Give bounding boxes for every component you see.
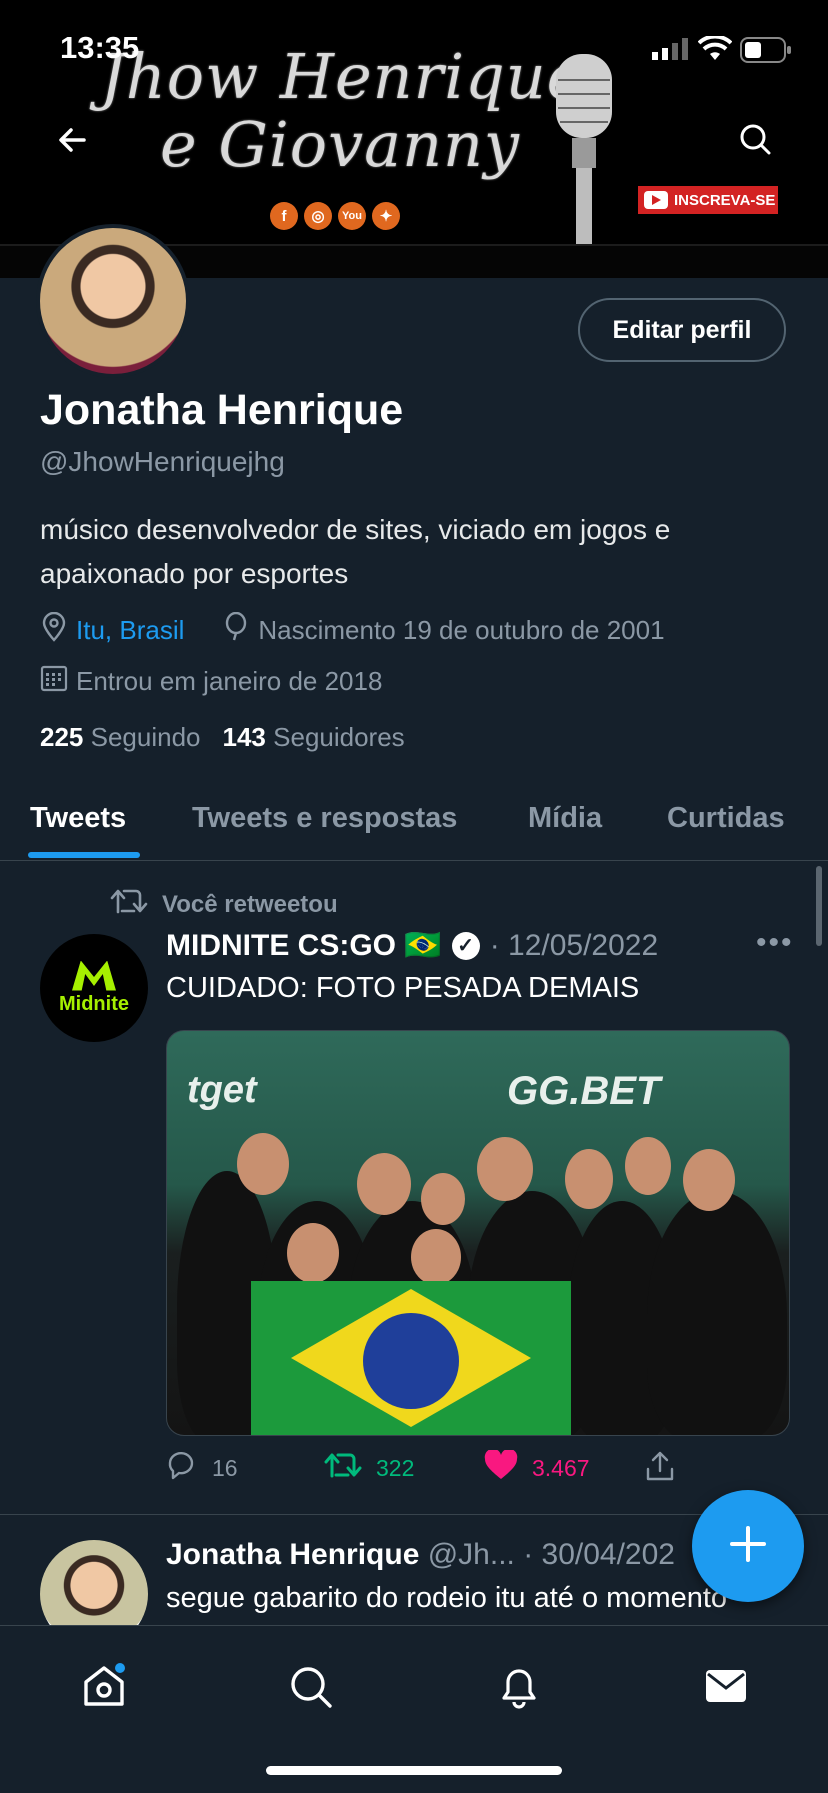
like-action[interactable]: 3.467 (484, 1448, 590, 1486)
compose-tweet-button[interactable] (692, 1490, 804, 1602)
youtube-play-icon (644, 191, 668, 209)
back-arrow-icon[interactable] (56, 124, 88, 161)
following-count: 225 (40, 722, 84, 752)
home-icon[interactable] (80, 1662, 128, 1715)
tweet-date[interactable]: · 12/05/2022 (490, 929, 658, 963)
profile-meta-row2: Entrou em janeiro de 2018 (40, 664, 382, 699)
youtube-icon: You (338, 202, 366, 230)
joined-text: Entrou em janeiro de 2018 (76, 666, 383, 696)
following-label: Seguindo (90, 722, 201, 752)
calendar-icon (40, 664, 68, 699)
followers-label: Seguidores (273, 722, 405, 752)
tweet2-handle-date: @Jh... · 30/04/202 (427, 1538, 675, 1571)
follow-stats: 225 Seguindo 143 Seguidores (40, 722, 405, 753)
birthday-text: Nascimento 19 de outubro de 2001 (258, 615, 665, 645)
subscribe-label: INSCREVA-SE (674, 191, 776, 209)
reply-count: 16 (212, 1454, 238, 1481)
tab-media[interactable]: Mídia (528, 802, 602, 835)
retweet-context: Você retweetou (110, 886, 338, 923)
battery-icon (740, 37, 792, 68)
profile-tabs: Tweets Tweets e respostas Mídia Curtidas (0, 780, 828, 861)
tweet-photo[interactable]: tget GG.BET (166, 1030, 790, 1436)
reply-icon (166, 1450, 198, 1486)
social-icons-row: f ◎ You ✦ (270, 202, 400, 230)
microphone-icon (546, 50, 626, 244)
plus-icon (728, 1524, 768, 1569)
banner-script-line1: Jhow Henrique (100, 40, 585, 113)
twitter-icon: ✦ (372, 202, 400, 230)
tweet-actions: 16 322 3.467 (166, 1448, 766, 1490)
location-link[interactable]: Itu, Brasil (76, 615, 184, 646)
home-indicator (266, 1766, 562, 1775)
tweet-text: CUIDADO: FOTO PESADA DEMAIS (166, 972, 640, 1004)
notifications-icon[interactable] (496, 1662, 542, 1715)
search-icon[interactable] (738, 122, 772, 161)
search-icon[interactable] (288, 1664, 334, 1715)
tweet-author[interactable]: MIDNITE CS:GO 🇧🇷 (166, 928, 442, 963)
share-icon (644, 1450, 676, 1488)
photo-sponsor-text-left: tget (187, 1069, 257, 1111)
tweet-avatar-midnite[interactable]: Midnite (40, 934, 148, 1042)
tweet2-text: segue gabarito do rodeio itu até o momen… (166, 1582, 728, 1614)
followers-count: 143 (222, 722, 266, 752)
location-icon (40, 611, 68, 649)
brazil-flag (251, 1281, 571, 1435)
like-count: 3.467 (532, 1454, 590, 1481)
retweet-label: Você retweetou (162, 890, 338, 918)
scrollbar[interactable] (816, 866, 822, 946)
retweet-action[interactable]: 322 (324, 1450, 414, 1486)
tab-tweets[interactable]: Tweets (30, 802, 126, 835)
retweet-icon (110, 886, 148, 923)
retweet-count: 322 (376, 1454, 415, 1481)
profile-bio: músico desenvolvedor de sites, viciado e… (40, 514, 671, 589)
retweet-icon (324, 1450, 362, 1486)
wifi-icon (697, 34, 733, 67)
verified-badge-icon: ✓ (451, 931, 480, 960)
facebook-icon: f (270, 202, 298, 230)
followers-link[interactable]: 143 Seguidores (223, 722, 405, 753)
tweet2-author: Jonatha Henrique (166, 1538, 420, 1571)
profile-handle: @JhowHenriquejhg (40, 446, 285, 477)
midnite-avatar-text: Midnite (59, 992, 129, 1015)
banner-script-line2: e Giovanny (160, 108, 520, 181)
profile-avatar[interactable] (36, 224, 190, 378)
signal-icon (652, 38, 692, 65)
profile-name: Jonatha Henrique (40, 386, 404, 434)
more-options-icon[interactable]: ••• (756, 926, 794, 960)
share-action[interactable] (644, 1450, 676, 1488)
status-time: 13:35 (60, 30, 140, 65)
heart-icon (484, 1448, 518, 1486)
tweet2-author-row[interactable]: Jonatha Henrique @Jh... · 30/04/202 (166, 1538, 675, 1572)
active-tab-indicator (28, 852, 140, 858)
midnite-logo-icon (72, 960, 116, 991)
balloon-icon (222, 611, 250, 649)
following-link[interactable]: 225 Seguindo (40, 722, 201, 753)
edit-profile-button[interactable]: Editar perfil (578, 298, 786, 362)
messages-icon[interactable] (704, 1666, 748, 1711)
tab-tweets-replies[interactable]: Tweets e respostas (192, 802, 457, 835)
photo-sponsor-text-right: GG.BET (507, 1069, 661, 1113)
instagram-icon: ◎ (304, 202, 332, 230)
tweet-author-row: MIDNITE CS:GO 🇧🇷 ✓ · 12/05/2022 (166, 928, 658, 963)
reply-action[interactable]: 16 (166, 1450, 238, 1486)
subscribe-badge: INSCREVA-SE (638, 186, 778, 214)
tab-likes[interactable]: Curtidas (667, 802, 785, 835)
profile-meta-row1: Itu, Brasil Nascimento 19 de outubro de … (40, 611, 665, 649)
